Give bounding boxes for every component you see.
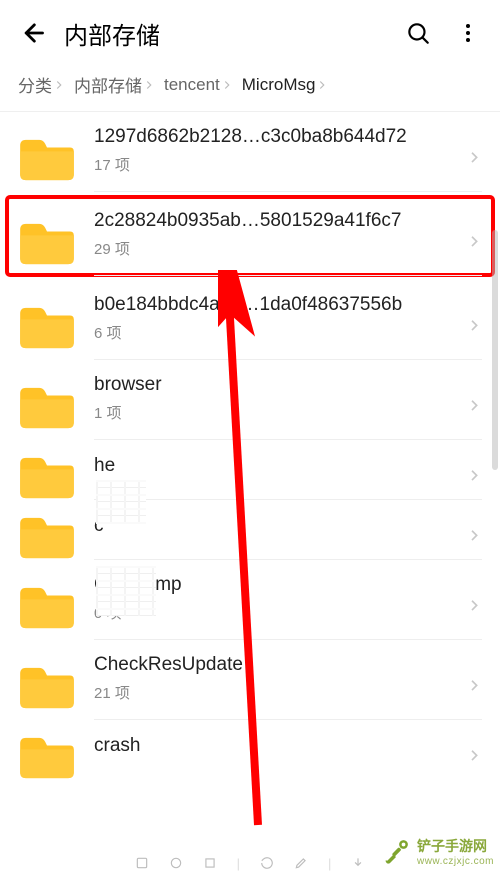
obscured-region — [96, 566, 156, 616]
folder-icon — [18, 584, 76, 630]
folder-icon — [18, 384, 76, 430]
folder-icon — [18, 514, 76, 560]
folder-row[interactable]: c — [0, 500, 500, 560]
tool-icon[interactable] — [169, 856, 183, 870]
folder-row[interactable]: CDNTemp 0 项 — [0, 560, 500, 640]
breadcrumb-item[interactable]: 分类 — [18, 72, 52, 97]
chevron-right-icon — [466, 149, 482, 165]
edit-icon[interactable] — [294, 856, 308, 870]
folder-row[interactable]: b0e184bbdc4a1ff…1da0f48637556b 6 项 — [0, 280, 500, 360]
search-button[interactable] — [396, 11, 440, 55]
tool-icon[interactable] — [203, 856, 217, 870]
chevron-right-icon — [466, 747, 482, 763]
refresh-icon[interactable] — [260, 856, 274, 870]
breadcrumb-item[interactable]: tencent — [164, 75, 220, 95]
folder-icon — [18, 220, 76, 266]
breadcrumb-item[interactable]: 内部存储 — [74, 72, 142, 97]
folder-item-count: 17 项 — [94, 154, 452, 175]
folder-icon — [18, 136, 76, 182]
chevron-right-icon — [220, 78, 242, 92]
chevron-right-icon — [466, 397, 482, 413]
folder-name: crash — [94, 735, 452, 757]
folder-row[interactable]: 2c28824b0935ab…5801529a41f6c7 29 项 — [6, 196, 494, 276]
watermark: 铲子手游网 www.czjxjc.com — [381, 836, 494, 867]
folder-icon — [18, 454, 76, 500]
back-button[interactable] — [10, 11, 54, 55]
folder-row[interactable]: he — [0, 440, 500, 500]
chevron-right-icon — [315, 78, 337, 92]
folder-name: b0e184bbdc4a1ff…1da0f48637556b — [94, 294, 452, 316]
chevron-right-icon — [466, 527, 482, 543]
folder-item-count: 6 项 — [94, 322, 452, 343]
chevron-right-icon — [142, 78, 164, 92]
folder-row[interactable]: 1297d6862b2128…c3c0ba8b644d72 17 项 — [0, 112, 500, 192]
back-arrow-icon — [18, 19, 46, 47]
watermark-url: www.czjxjc.com — [417, 856, 494, 867]
folder-row[interactable]: CheckResUpdate 21 项 — [0, 640, 500, 720]
folder-name: browser — [94, 374, 452, 396]
folder-name: 1297d6862b2128…c3c0ba8b644d72 — [94, 126, 452, 148]
folder-item-count: 21 项 — [94, 682, 452, 703]
shovel-logo-icon — [381, 837, 411, 867]
folder-item-count: 1 项 — [94, 402, 452, 423]
more-vertical-icon — [456, 21, 480, 45]
folder-item-count: 29 项 — [94, 238, 456, 259]
chevron-right-icon — [466, 467, 482, 483]
breadcrumb-item[interactable]: MicroMsg — [242, 75, 316, 95]
titlebar: 内部存储 — [0, 0, 500, 66]
folder-name: he — [94, 455, 452, 477]
chevron-right-icon — [466, 233, 482, 249]
page-title: 内部存储 — [60, 16, 390, 51]
folder-list: 1297d6862b2128…c3c0ba8b644d72 17 项 2c288… — [0, 112, 500, 876]
search-icon — [405, 20, 431, 46]
more-button[interactable] — [446, 11, 490, 55]
chevron-right-icon — [466, 677, 482, 693]
folder-row[interactable]: crash — [0, 720, 500, 780]
folder-icon — [18, 664, 76, 710]
folder-name: 2c28824b0935ab…5801529a41f6c7 — [94, 210, 456, 232]
scrollbar[interactable] — [492, 230, 498, 470]
folder-icon — [18, 304, 76, 350]
chevron-right-icon — [466, 597, 482, 613]
folder-name: CheckResUpdate — [94, 654, 452, 676]
folder-name: c — [94, 515, 452, 537]
folder-row[interactable]: browser 1 项 — [0, 360, 500, 440]
download-icon[interactable] — [351, 856, 365, 870]
breadcrumb: 分类 内部存储 tencent MicroMsg — [0, 66, 500, 112]
obscured-region — [96, 480, 146, 524]
tool-icon[interactable] — [135, 856, 149, 870]
watermark-text: 铲子手游网 — [417, 836, 494, 856]
chevron-right-icon — [466, 317, 482, 333]
folder-icon — [18, 734, 76, 780]
chevron-right-icon — [52, 78, 74, 92]
